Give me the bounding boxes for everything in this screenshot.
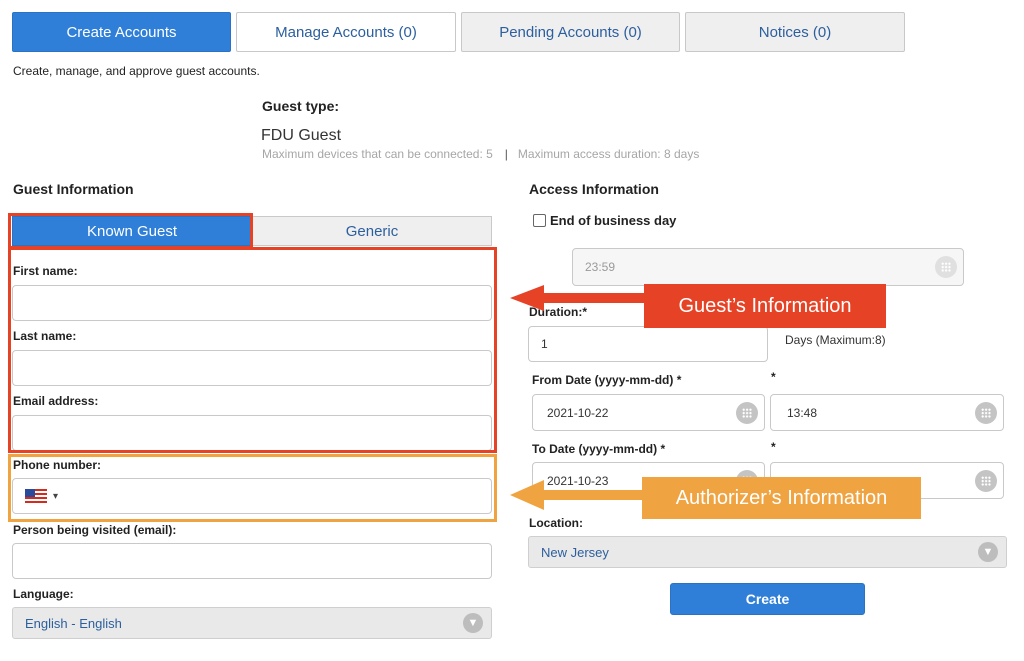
guest-info-highlight	[8, 247, 497, 453]
time-picker-icon[interactable]	[935, 256, 957, 278]
end-time-value: 23:59	[585, 260, 616, 274]
to-date-label: To Date (yyyy-mm-dd) *	[532, 442, 666, 456]
guest-type-label: Guest type:	[262, 98, 340, 114]
chevron-down-icon: ▼	[463, 613, 483, 633]
subtab-generic[interactable]: Generic	[252, 216, 492, 246]
time-picker-icon[interactable]	[975, 469, 997, 492]
person-visited-input[interactable]	[12, 543, 492, 579]
time-picker-icon[interactable]	[975, 401, 997, 424]
max-devices-text: Maximum devices that can be connected: 5	[262, 147, 493, 161]
location-select[interactable]: New Jersey ▼	[528, 536, 1007, 568]
location-label: Location:	[529, 516, 583, 530]
known-guest-highlight	[8, 213, 253, 249]
location-value: New Jersey	[541, 544, 609, 560]
meta-separator: |	[504, 147, 508, 161]
from-time-value: 13:48	[787, 405, 818, 420]
access-information-title: Access Information	[529, 181, 659, 197]
end-of-business-day-checkbox[interactable]	[533, 214, 546, 227]
language-select[interactable]: English - English ▼	[12, 607, 492, 639]
from-date-input[interactable]: 2021-10-22	[532, 394, 765, 431]
guest-type-value: FDU Guest	[261, 127, 342, 144]
from-time-required-mark: *	[771, 370, 776, 384]
from-date-label: From Date (yyyy-mm-dd) *	[532, 373, 682, 387]
from-date-value: 2021-10-22	[547, 405, 609, 420]
to-time-required-mark: *	[771, 440, 776, 454]
language-label: Language:	[13, 587, 74, 601]
tab-create-accounts[interactable]: Create Accounts	[12, 12, 231, 52]
tab-manage-accounts[interactable]: Manage Accounts (0)	[236, 12, 456, 52]
chevron-down-icon: ▼	[978, 542, 998, 562]
tab-pending-accounts[interactable]: Pending Accounts (0)	[461, 12, 680, 52]
end-of-business-day-label: End of business day	[550, 213, 677, 228]
from-time-input[interactable]: 13:48	[770, 394, 1004, 431]
authorizer-arrow-icon	[510, 480, 645, 510]
end-of-business-day-option[interactable]: End of business day	[533, 213, 676, 228]
duration-hint: Days (Maximum:8)	[785, 333, 886, 347]
create-button[interactable]: Create	[670, 583, 865, 615]
max-duration-text: Maximum access duration: 8 days	[517, 147, 700, 161]
duration-value: 1	[541, 337, 548, 351]
guest-arrow-icon	[510, 285, 645, 311]
tab-notices[interactable]: Notices (0)	[685, 12, 905, 52]
guest-information-callout: Guest’s Information	[644, 284, 886, 328]
authorizer-information-callout: Authorizer’s Information	[642, 477, 921, 519]
end-time-input[interactable]: 23:59	[572, 248, 964, 286]
authorizer-info-highlight	[8, 454, 497, 522]
guest-type-limits: Maximum devices that can be connected: 5…	[262, 147, 699, 161]
calendar-icon[interactable]	[736, 401, 758, 424]
duration-input[interactable]: 1	[528, 326, 768, 362]
person-visited-label: Person being visited (email):	[13, 523, 177, 537]
page-subtitle: Create, manage, and approve guest accoun…	[13, 64, 260, 78]
guest-information-title: Guest Information	[13, 181, 134, 197]
language-value: English - English	[25, 615, 122, 631]
